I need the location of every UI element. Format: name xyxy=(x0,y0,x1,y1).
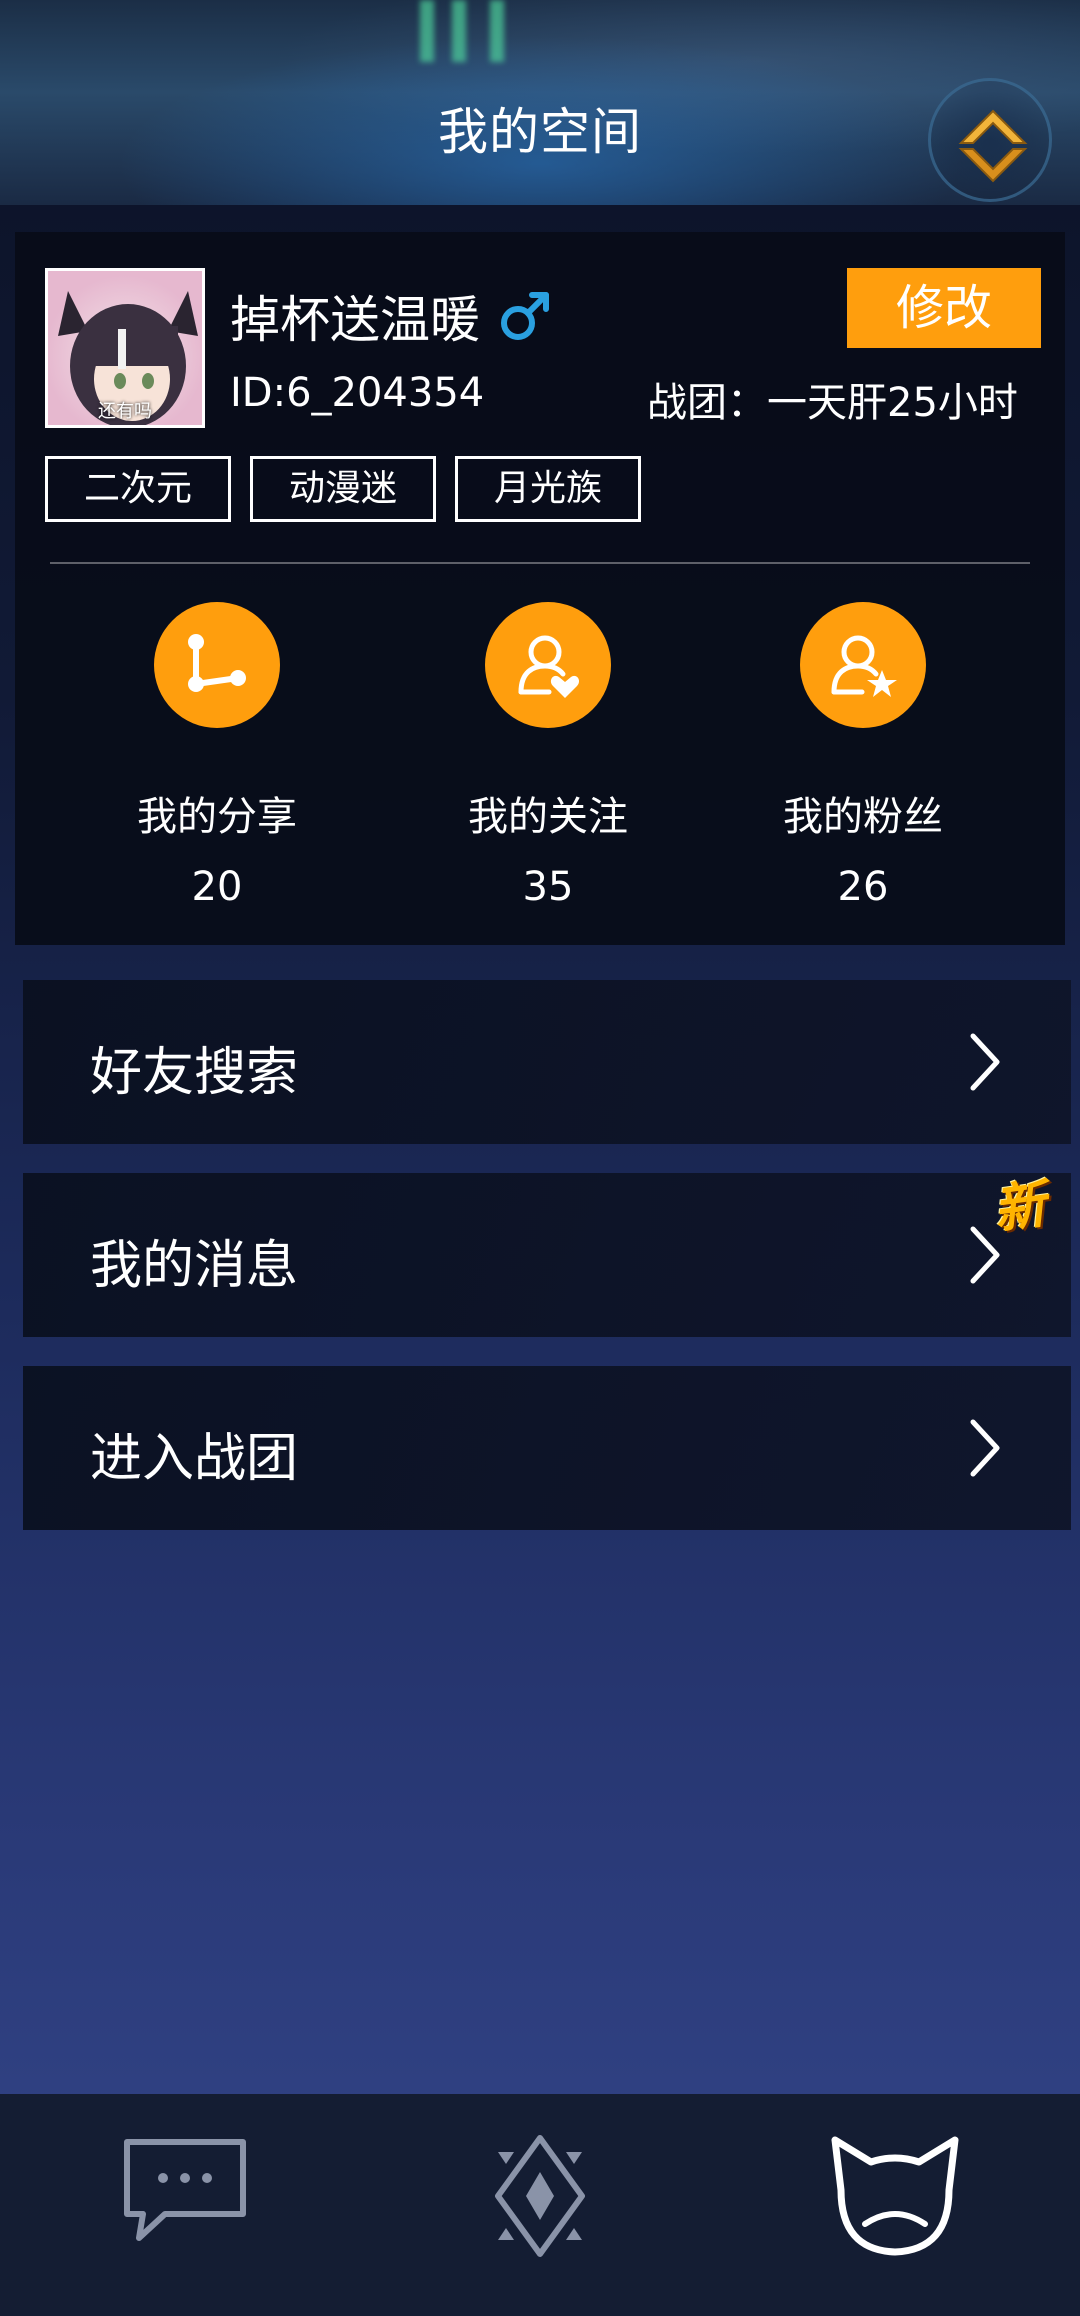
home-button[interactable] xyxy=(928,78,1052,202)
header-banner: 我的空间 xyxy=(0,0,1080,205)
cat-face-icon xyxy=(831,2136,959,2256)
user-star-icon xyxy=(800,602,926,728)
banner-decoration xyxy=(420,0,530,70)
tag-item: 动漫迷 xyxy=(250,456,436,522)
my-messages-item[interactable]: 我的消息 新 xyxy=(23,1173,1071,1337)
avatar-caption: 还有吗 xyxy=(98,401,152,422)
stat-shares[interactable]: 我的分享 20 xyxy=(107,602,327,910)
stat-label: 我的粉丝 xyxy=(783,794,943,840)
team-name[interactable]: 战团：一天肝25小时 xyxy=(647,370,1018,428)
nav-profile[interactable] xyxy=(825,2132,965,2282)
stat-value: 35 xyxy=(522,864,574,910)
share-icon xyxy=(154,602,280,728)
menu-label: 好友搜索 xyxy=(90,1043,299,1103)
diamond-icon xyxy=(495,2135,585,2257)
stat-label: 我的关注 xyxy=(468,794,628,840)
home-icon xyxy=(958,109,1028,183)
male-icon xyxy=(501,292,549,340)
page-title: 我的空间 xyxy=(438,103,642,161)
chevron-right-icon xyxy=(970,1033,1000,1091)
new-badge: 新 xyxy=(989,1174,1050,1242)
user-heart-icon xyxy=(485,602,611,728)
enter-team-item[interactable]: 进入战团 xyxy=(23,1366,1071,1530)
menu-label: 我的消息 xyxy=(90,1236,299,1296)
stat-label: 我的分享 xyxy=(137,794,297,840)
nav-chat[interactable] xyxy=(115,2132,255,2282)
username: 掉杯送温暖 xyxy=(230,291,480,349)
profile-card: 还有吗 掉杯送温暖 修改 ID:6_204354 战团：一天肝25小时 二次元 … xyxy=(15,232,1065,945)
menu-label: 进入战团 xyxy=(90,1429,299,1489)
stat-following[interactable]: 我的关注 35 xyxy=(438,602,658,910)
tag-item: 二次元 xyxy=(45,456,231,522)
chevron-right-icon xyxy=(970,1419,1000,1477)
stat-value: 26 xyxy=(837,864,889,910)
divider xyxy=(50,562,1030,564)
chat-icon xyxy=(124,2139,246,2241)
tag-item: 月光族 xyxy=(455,456,641,522)
bottom-navigation xyxy=(0,2094,1080,2316)
edit-profile-button[interactable]: 修改 xyxy=(847,268,1041,348)
stat-value: 20 xyxy=(191,864,243,910)
friend-search-item[interactable]: 好友搜索 xyxy=(23,980,1071,1144)
avatar[interactable]: 还有吗 xyxy=(45,268,205,428)
stat-followers[interactable]: 我的粉丝 26 xyxy=(753,602,973,910)
user-id: ID:6_204354 xyxy=(230,370,485,416)
nav-home[interactable] xyxy=(470,2132,610,2282)
